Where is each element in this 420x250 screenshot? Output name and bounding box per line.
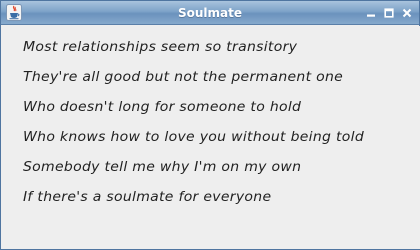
lyric-line: Somebody tell me why I'm on my own (23, 159, 302, 175)
lyric-line: They're all good but not the permanent o… (23, 69, 344, 85)
title-bar[interactable]: Soulmate (1, 1, 419, 25)
close-icon[interactable] (400, 6, 414, 20)
content-panel: Most relationships seem so transitory Th… (2, 26, 420, 249)
app-window: Soulmate Most relationships seem so tran… (0, 0, 420, 250)
lyrics-list: Most relationships seem so transitory Th… (23, 38, 364, 218)
minimize-icon[interactable] (364, 6, 378, 20)
lyric-line: Who doesn't long for someone to hold (23, 99, 302, 115)
lyric-line: Most relationships seem so transitory (23, 39, 298, 55)
lyric-line: Who knows how to love you without being … (23, 129, 365, 145)
window-controls (364, 6, 414, 20)
maximize-icon[interactable] (382, 6, 396, 20)
window-title: Soulmate (177, 6, 243, 20)
java-cup-icon[interactable] (6, 4, 22, 21)
lyric-line: If there's a soulmate for everyone (23, 189, 272, 205)
